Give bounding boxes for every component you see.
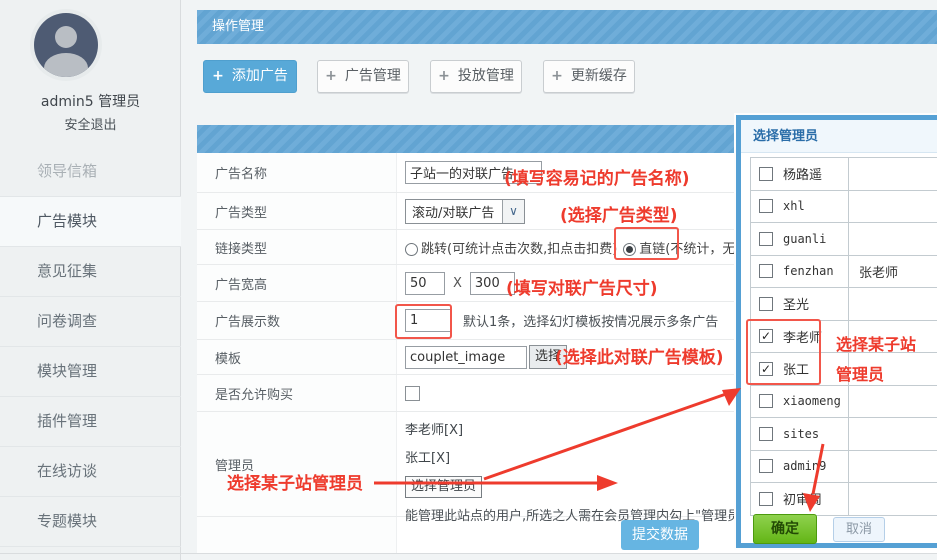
checkbox[interactable]: [759, 167, 773, 181]
ok-button[interactable]: 确定: [753, 514, 817, 544]
admin-row-shengguang[interactable]: 圣光: [751, 288, 937, 321]
link-type-radio-direct[interactable]: [623, 243, 636, 256]
checkbox-checked[interactable]: ✓: [759, 329, 773, 343]
ad-type-select[interactable]: 滚动/对联广告 ∨: [405, 199, 525, 224]
plus-icon: +: [551, 68, 563, 84]
checkbox-checked[interactable]: ✓: [759, 362, 773, 376]
sidebar-item-ad-module[interactable]: 广告模块: [0, 197, 181, 247]
admin-list: 杨路遥 xhl guanli fenzhan 张老师 圣光 ✓李老师: [750, 157, 937, 516]
choose-admin-button[interactable]: 选择管理员: [405, 476, 482, 498]
sidebar-menu: 领导信箱 广告模块 意见征集 问卷调查 模块管理 插件管理 在线访谈 专题模块: [0, 147, 181, 547]
admin-row-fenzhan[interactable]: fenzhan 张老师: [751, 256, 937, 289]
admin-row-lilaoshi[interactable]: ✓李老师: [751, 321, 937, 354]
ad-count-label: 广告展示数: [197, 302, 397, 339]
page-bottom-border: [0, 553, 937, 554]
sidebar-item-opinion[interactable]: 意见征集: [0, 247, 181, 297]
cancel-button[interactable]: 取消: [833, 517, 885, 542]
plus-icon: +: [438, 68, 450, 84]
chevron-down-icon: ∨: [502, 200, 524, 223]
template-input[interactable]: [405, 346, 527, 369]
size-separator: X: [453, 276, 462, 291]
checkbox[interactable]: [759, 394, 773, 408]
ad-name-label: 广告名称: [197, 153, 397, 192]
selected-admin-2: 张工[X]: [405, 445, 750, 473]
sidebar-item-leader-mailbox[interactable]: 领导信箱: [0, 147, 181, 197]
sidebar-item-plugin-manage[interactable]: 插件管理: [0, 397, 181, 447]
avatar-person-icon: [55, 26, 77, 48]
logout-link[interactable]: 安全退出: [0, 114, 181, 133]
template-choose-button[interactable]: 选择: [529, 345, 567, 369]
admin-row-guanli[interactable]: guanli: [751, 223, 937, 256]
add-ad-button[interactable]: +添加广告: [203, 60, 297, 93]
sidebar-item-topic-module[interactable]: 专题模块: [0, 497, 181, 547]
checkbox[interactable]: [759, 297, 773, 311]
plus-icon: +: [325, 68, 337, 84]
admin-row-yangluyao[interactable]: 杨路遥: [751, 158, 937, 191]
sidebar-item-survey[interactable]: 问卷调查: [0, 297, 181, 347]
sidebar: admin5 管理员 安全退出 领导信箱 广告模块 意见征集 问卷调查 模块管理…: [0, 0, 181, 560]
ad-count-hint: 默认1条，选择幻灯模板按情况展示多条广告: [463, 311, 718, 330]
admin-row-sites[interactable]: sites: [751, 418, 937, 451]
ad-size-label: 广告宽高: [197, 265, 397, 301]
submit-button[interactable]: 提交数据: [621, 520, 699, 550]
ad-type-label: 广告类型: [197, 193, 397, 229]
checkbox[interactable]: [759, 427, 773, 441]
section-header: 操作管理: [197, 10, 937, 44]
delivery-manage-button[interactable]: +投放管理: [430, 60, 522, 93]
link-type-radio-jump[interactable]: [405, 243, 418, 256]
sidebar-item-module-manage[interactable]: 模块管理: [0, 347, 181, 397]
admin-row-zhanggong[interactable]: ✓张工: [751, 353, 937, 386]
ad-name-input[interactable]: [405, 161, 542, 184]
admin-row-chushenzhou[interactable]: 初审周: [751, 483, 937, 516]
ad-manage-button[interactable]: +广告管理: [317, 60, 409, 93]
checkbox[interactable]: [759, 232, 773, 246]
username-label: admin5 管理员: [0, 91, 181, 111]
admin-picker-dialog: 选择管理员 杨路遥 xhl guanli fenzhan 张老师 圣光: [736, 115, 937, 548]
checkbox[interactable]: [759, 264, 773, 278]
avatar: [34, 13, 98, 77]
admins-label: 管理员: [197, 412, 397, 516]
checkbox[interactable]: [759, 492, 773, 506]
template-label: 模板: [197, 340, 397, 374]
plus-icon: +: [212, 68, 224, 84]
sidebar-item-interview[interactable]: 在线访谈: [0, 447, 181, 497]
admin-row-admin9[interactable]: admin9: [751, 451, 937, 484]
ad-width-input[interactable]: [405, 272, 445, 295]
purchase-checkbox[interactable]: [405, 386, 420, 401]
ad-count-input[interactable]: [405, 309, 451, 332]
selected-admin-1: 李老师[X]: [405, 417, 750, 445]
checkbox[interactable]: [759, 199, 773, 213]
dialog-title: 选择管理员: [741, 120, 937, 153]
admin-row-xiaomeng[interactable]: xiaomeng: [751, 386, 937, 419]
purchase-label: 是否允许购买: [197, 375, 397, 411]
checkbox[interactable]: [759, 459, 773, 473]
refresh-cache-button[interactable]: +更新缓存: [543, 60, 635, 93]
link-type-label: 链接类型: [197, 230, 397, 264]
admin-row-xhl[interactable]: xhl: [751, 191, 937, 224]
ad-height-input[interactable]: [470, 272, 515, 295]
admin-page: admin5 管理员 安全退出 领导信箱 广告模块 意见征集 问卷调查 模块管理…: [0, 0, 937, 560]
link-type-jump-text: 跳转(可统计点击次数,扣点击扣费): [421, 238, 617, 257]
